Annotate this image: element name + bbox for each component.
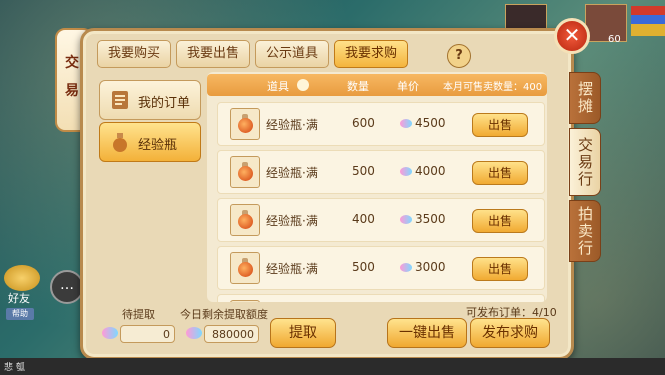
sell-button[interactable]: 出售 — [472, 209, 528, 233]
order-list-icon — [112, 91, 128, 109]
gem-icon — [400, 263, 412, 272]
friend-label: 好友 — [8, 292, 30, 305]
tab-trading-house[interactable]: 交易行 — [569, 128, 601, 196]
daily-limit-label: 今日剩余提取额度 — [180, 308, 268, 321]
table-row: 经验瓶·满 600 4500 出售 — [217, 102, 545, 146]
header-monthly-quota: 本月可售卖数量：400 — [443, 82, 543, 93]
side-my-orders[interactable]: 我的订单 — [99, 80, 201, 120]
row-price: 4000 — [415, 164, 446, 178]
sell-button[interactable]: 出售 — [472, 113, 528, 137]
pending-label: 待提取 — [122, 308, 155, 321]
bottom-bar: 悲 瓠 — [0, 358, 665, 375]
row-price: 4500 — [415, 116, 446, 130]
side-exp-bottle-label: 经验瓶 — [138, 138, 178, 153]
banner-char-2: 易 — [65, 83, 79, 99]
sell-button[interactable]: 出售 — [472, 161, 528, 185]
row-quantity: 500 — [352, 260, 375, 274]
banner-char-1: 交 — [65, 55, 79, 71]
side-exp-bottle[interactable]: 经验瓶 — [99, 122, 201, 162]
tab-buy[interactable]: 我要购买 — [97, 40, 171, 68]
table-row: 经验瓶·满 500 3000 出售 — [217, 246, 545, 290]
table-header: 道具 数量 单价 本月可售卖数量：400 — [207, 74, 547, 96]
help-icon[interactable]: ? — [447, 44, 471, 68]
request-table: 道具 数量 单价 本月可售卖数量：400 经验瓶·满 600 4500 出售 经… — [207, 72, 547, 302]
tab-auction-house[interactable]: 拍卖行 — [569, 200, 601, 262]
tab-stall[interactable]: 摆摊 — [569, 72, 601, 124]
table-row-partial — [217, 294, 545, 302]
sell-all-button[interactable]: 一键出售 — [387, 318, 467, 348]
row-quantity: 500 — [352, 164, 375, 178]
pending-value: 0 — [120, 325, 175, 343]
bottom-bar-text: 悲 瓠 — [4, 363, 25, 373]
header-quantity: 数量 — [347, 80, 369, 93]
table-row: 经验瓶·满 500 4000 出售 — [217, 150, 545, 194]
gem-icon — [400, 167, 412, 176]
row-price: 3500 — [415, 212, 446, 226]
exp-bottle-item-icon[interactable] — [230, 300, 260, 302]
sort-icon[interactable] — [297, 79, 309, 91]
exp-bottle-item-icon[interactable] — [230, 108, 260, 140]
side-my-orders-label: 我的订单 — [138, 96, 191, 111]
gem-icon — [102, 327, 118, 339]
daily-limit-value: 880000 — [204, 325, 259, 343]
tab-public-items[interactable]: 公示道具 — [255, 40, 329, 68]
header-price: 单价 — [397, 80, 419, 93]
row-price: 3000 — [415, 260, 446, 274]
exp-bottle-item-icon[interactable] — [230, 204, 260, 236]
hud-bars — [631, 6, 665, 36]
publish-request-button[interactable]: 发布求购 — [470, 318, 550, 348]
friend-icon[interactable] — [4, 265, 40, 291]
exp-bottle-item-icon[interactable] — [230, 156, 260, 188]
help-tag[interactable]: 帮助 — [6, 308, 34, 320]
row-quantity: 600 — [352, 116, 375, 130]
table-row: 经验瓶·满 400 3500 出售 — [217, 198, 545, 242]
header-item: 道具 — [267, 80, 289, 93]
row-quantity: 400 — [352, 212, 375, 226]
gem-icon — [186, 327, 202, 339]
tab-sell[interactable]: 我要出售 — [176, 40, 250, 68]
row-item-name: 经验瓶·满 — [266, 214, 318, 228]
row-item-name: 经验瓶·满 — [266, 262, 318, 276]
row-item-name: 经验瓶·满 — [266, 166, 318, 180]
row-item-name: 经验瓶·满 — [266, 118, 318, 132]
tab-request-buy[interactable]: 我要求购 — [334, 40, 408, 68]
level-value: 60 — [608, 34, 621, 45]
exp-bottle-icon — [113, 133, 127, 152]
withdraw-button[interactable]: 提取 — [270, 318, 336, 348]
chat-icon[interactable]: … — [50, 270, 84, 304]
gem-icon — [400, 119, 412, 128]
exp-bottle-item-icon[interactable] — [230, 252, 260, 284]
gem-icon — [400, 215, 412, 224]
close-button[interactable]: ✕ — [554, 18, 590, 54]
sell-button[interactable]: 出售 — [472, 257, 528, 281]
